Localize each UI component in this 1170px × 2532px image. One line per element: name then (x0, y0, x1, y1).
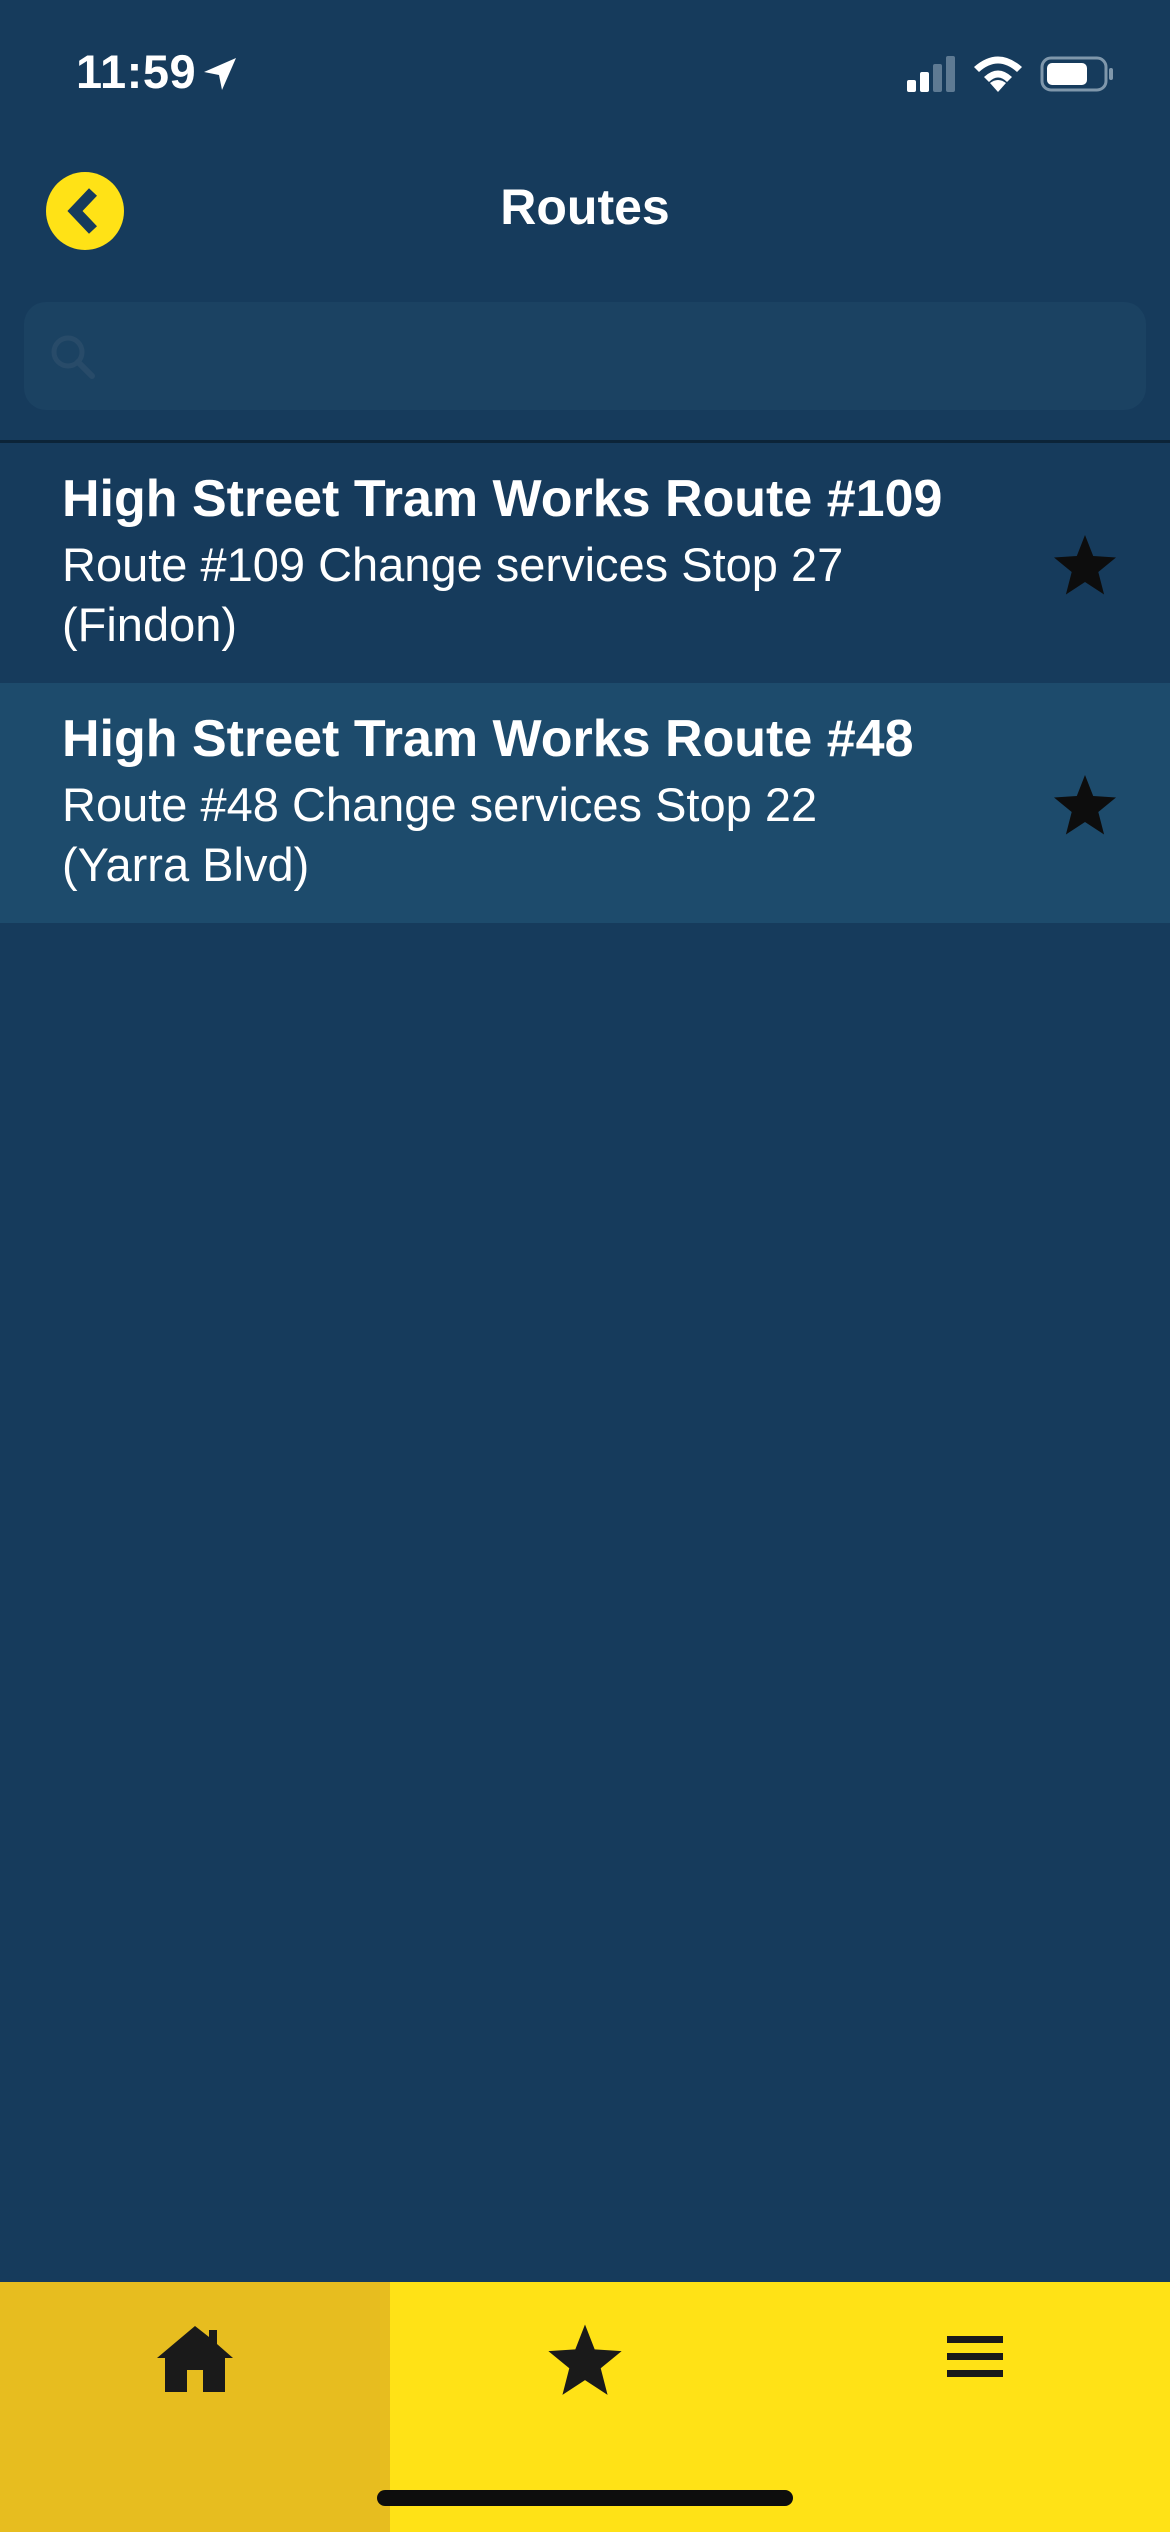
favorite-star-icon[interactable] (1052, 773, 1118, 837)
search-input[interactable] (114, 302, 1128, 412)
search-icon (51, 335, 95, 379)
favorite-star-icon[interactable] (1052, 533, 1118, 597)
page-title: Routes (500, 179, 670, 235)
tab-menu[interactable] (780, 2282, 1170, 2532)
cellular-signal-icon (907, 56, 955, 92)
route-description: Route #109 Change services Stop 27 (Find… (62, 538, 844, 651)
star-icon (548, 2324, 622, 2395)
menu-icon (947, 2336, 1003, 2377)
status-time: 11:59 (76, 45, 197, 98)
list-item[interactable]: High Street Tram Works Route #109 Route … (0, 443, 1170, 683)
route-title: High Street Tram Works Route #109 (62, 470, 943, 528)
wifi-icon (974, 56, 1022, 92)
list-item[interactable]: High Street Tram Works Route #48 Route #… (0, 683, 1170, 923)
location-arrow-icon (204, 58, 236, 90)
route-list: High Street Tram Works Route #109 Route … (0, 443, 1170, 923)
search-bar[interactable] (24, 302, 1146, 412)
home-indicator (377, 2490, 793, 2506)
battery-icon (1040, 56, 1113, 92)
navigation-bar: Routes (0, 140, 1170, 274)
route-description: Route #48 Change services Stop 22 (Yarra… (62, 778, 818, 891)
status-bar: 11:59 (0, 0, 1170, 140)
route-title: High Street Tram Works Route #48 (62, 710, 914, 768)
tab-home[interactable] (0, 2282, 390, 2532)
home-icon (157, 2326, 233, 2392)
